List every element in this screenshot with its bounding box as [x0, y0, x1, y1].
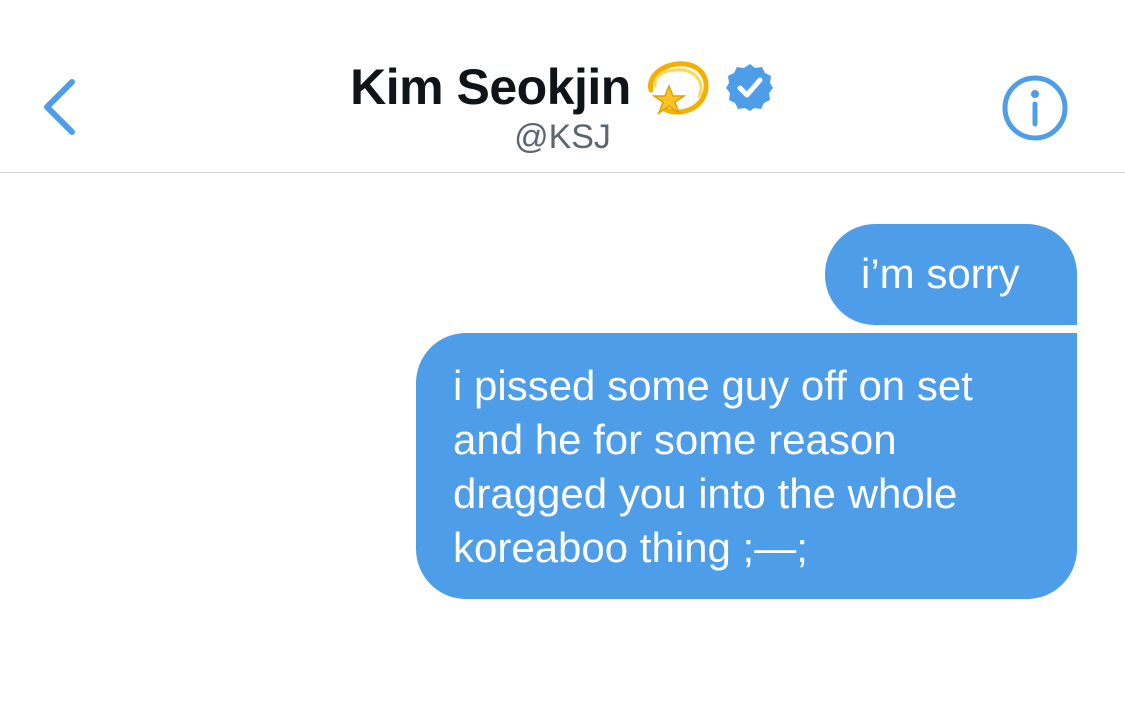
conversation-header: Kim Seokjin @KSJ: [0, 0, 1125, 173]
message-text: i pissed some guy off on set and he for …: [453, 362, 973, 571]
info-button[interactable]: [1001, 74, 1069, 142]
header-title-row[interactable]: Kim Seokjin: [0, 52, 1125, 122]
message-text: i’m sorry: [861, 250, 1020, 297]
dizzy-emoji-icon: [647, 61, 709, 115]
dm-conversation-screen: Kim Seokjin @KSJ i’m sorry i pissed some…: [0, 0, 1125, 710]
contact-name[interactable]: Kim Seokjin: [350, 62, 631, 112]
message-bubble[interactable]: i’m sorry: [825, 224, 1077, 325]
info-icon: [1002, 75, 1068, 141]
message-bubble[interactable]: i pissed some guy off on set and he for …: [416, 333, 1077, 599]
verified-icon: [725, 64, 773, 111]
contact-handle: @KSJ: [514, 118, 611, 156]
